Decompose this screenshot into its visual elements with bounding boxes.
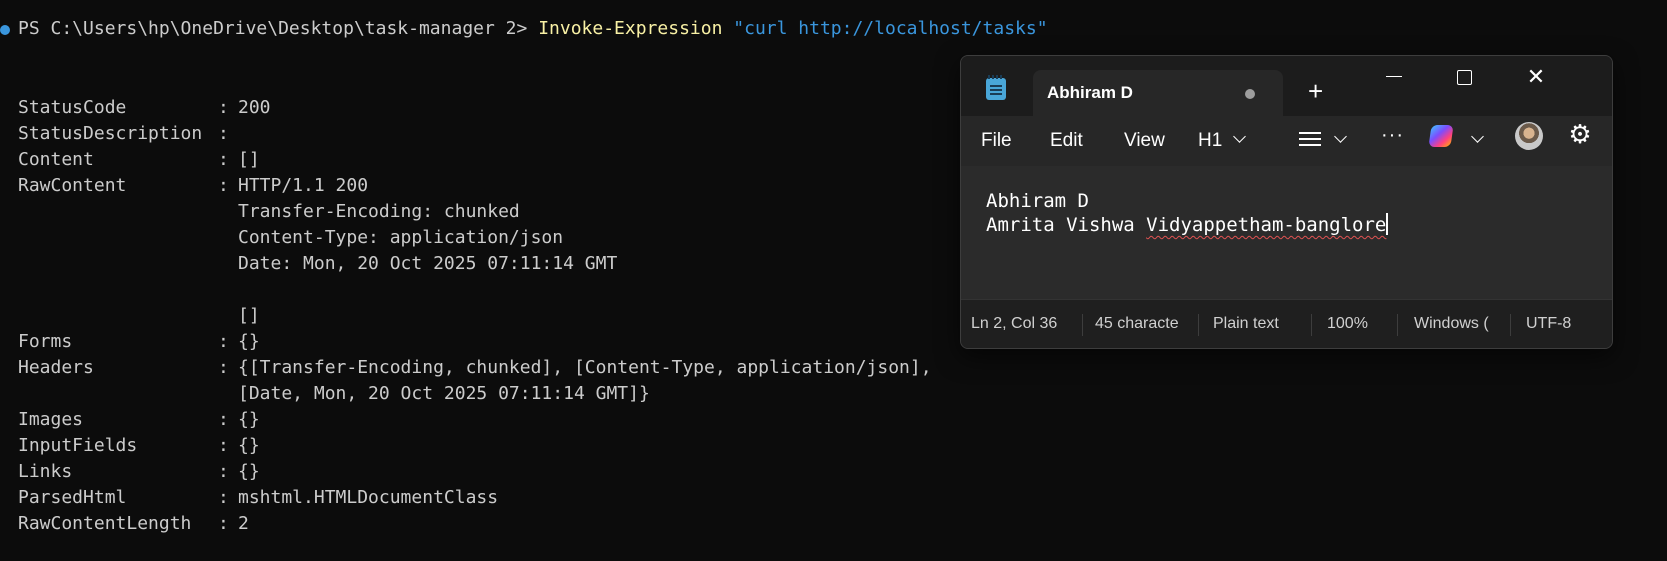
output-value: 200 <box>238 97 271 118</box>
output-key: ParsedHtml <box>18 487 127 508</box>
output-value: HTTP/1.1 200 <box>238 175 369 196</box>
output-separator: : <box>218 97 229 118</box>
output-key: RawContent <box>18 175 127 196</box>
prompt-line: PS C:\Users\hp\OneDrive\Desktop\task-man… <box>18 16 1048 42</box>
notepad-window[interactable]: Abhiram D + ✕ File Edit View H1 ··· ⚙ Ab… <box>960 55 1613 349</box>
output-separator: : <box>218 435 229 456</box>
output-separator: : <box>218 357 229 378</box>
output-separator: : <box>218 487 229 508</box>
zoom-level[interactable]: 100% <box>1327 315 1368 333</box>
heading-dropdown[interactable]: H1 <box>1198 130 1222 152</box>
output-row <box>18 277 238 303</box>
output-key: StatusDescription <box>18 123 203 144</box>
close-button[interactable]: ✕ <box>1513 64 1559 90</box>
chevron-down-icon[interactable] <box>1471 130 1484 143</box>
output-row: Headers: {[Transfer-Encoding, chunked], [… <box>18 355 932 381</box>
editor-line-1: Abhiram D <box>986 190 1089 212</box>
output-row: Links: {} <box>18 459 260 485</box>
command-argument: "curl http://localhost/tasks" <box>733 18 1048 39</box>
gear-icon[interactable]: ⚙ <box>1567 121 1593 147</box>
output-separator: : <box>218 513 229 534</box>
menu-file[interactable]: File <box>981 130 1012 152</box>
output-row: InputFields: {} <box>18 433 260 459</box>
output-value: {} <box>238 461 260 482</box>
output-key: Images <box>18 409 84 430</box>
text-caret <box>1386 213 1388 235</box>
output-value: 2 <box>238 513 249 534</box>
title-bar[interactable]: Abhiram D + ✕ <box>961 56 1612 116</box>
editor-text: Amrita Vishwa <box>986 214 1147 236</box>
tab-document[interactable]: Abhiram D <box>1033 70 1283 116</box>
menu-bar: File Edit View H1 <box>961 116 1612 166</box>
output-separator: : <box>218 149 229 170</box>
output-row: StatusDescription: <box>18 121 238 147</box>
output-key: RawContentLength <box>18 513 192 534</box>
chevron-down-icon[interactable] <box>1233 130 1246 143</box>
menu-edit[interactable]: Edit <box>1050 130 1083 152</box>
output-key: Content <box>18 149 94 170</box>
output-separator: : <box>218 175 229 196</box>
output-value: {} <box>238 435 260 456</box>
output-row: [] <box>18 303 260 329</box>
output-row: Forms: {} <box>18 329 260 355</box>
text-editor[interactable]: Abhiram D Amrita Vishwa Vidyappetham-ban… <box>961 166 1612 299</box>
copilot-icon[interactable] <box>1428 125 1454 147</box>
notepad-icon <box>986 75 1006 100</box>
output-key: Forms <box>18 331 73 352</box>
output-value: Content-Type: application/json <box>238 227 564 248</box>
output-value: [] <box>238 149 260 170</box>
output-key: Headers <box>18 357 94 378</box>
avatar[interactable] <box>1515 122 1543 150</box>
prompt-path: PS C:\Users\hp\OneDrive\Desktop\task-man… <box>18 18 528 39</box>
character-count: 45 characte <box>1095 315 1179 332</box>
output-row: Transfer-Encoding: chunked <box>18 199 520 225</box>
output-row: RawContentLength:2 <box>18 511 249 537</box>
output-row: RawContent: HTTP/1.1 200 <box>18 173 368 199</box>
minimize-button[interactable] <box>1371 64 1417 90</box>
output-value: mshtml.HTMLDocumentClass <box>238 487 499 508</box>
output-row: Date: Mon, 20 Oct 2025 07:11:14 GMT <box>18 251 617 277</box>
maximize-button[interactable] <box>1441 64 1487 90</box>
output-value: [] <box>238 305 260 326</box>
output-row: Content: [] <box>18 147 260 173</box>
output-separator: : <box>218 461 229 482</box>
encoding-selector[interactable]: UTF-8 <box>1526 315 1571 333</box>
output-row: StatusCode:200 <box>18 95 271 121</box>
new-tab-button[interactable]: + <box>1308 78 1323 104</box>
output-separator: : <box>218 409 229 430</box>
output-separator: : <box>218 331 229 352</box>
output-value: {} <box>238 409 260 430</box>
output-value: [Date, Mon, 20 Oct 2025 07:11:14 GMT]} <box>238 383 650 404</box>
prompt-indicator-icon <box>0 25 10 35</box>
output-value: Transfer-Encoding: chunked <box>238 201 520 222</box>
output-value: Date: Mon, 20 Oct 2025 07:11:14 GMT <box>238 253 618 274</box>
menu-view[interactable]: View <box>1124 130 1165 152</box>
output-key: InputFields <box>18 435 138 456</box>
cursor-position: Ln 2, Col 36 <box>971 315 1058 332</box>
output-row: [Date, Mon, 20 Oct 2025 07:11:14 GMT]} <box>18 381 650 407</box>
misspelled-word[interactable]: Vidyappetham-banglore <box>1146 214 1386 236</box>
more-options-button[interactable]: ··· <box>1381 124 1404 147</box>
status-bar: Ln 2, Col 36 45 characte Plain text 100%… <box>961 299 1612 348</box>
line-ending-selector[interactable]: Windows ( <box>1414 315 1500 333</box>
output-separator: : <box>218 123 229 144</box>
tab-title: Abhiram D <box>1047 83 1133 102</box>
output-row: Content-Type: application/json <box>18 225 563 251</box>
output-key: StatusCode <box>18 97 127 118</box>
output-row: Images: {} <box>18 407 260 433</box>
output-row: ParsedHtml: mshtml.HTMLDocumentClass <box>18 485 498 511</box>
format-selector[interactable]: Plain text <box>1213 315 1279 333</box>
output-value: {} <box>238 331 260 352</box>
editor-line-2: Amrita Vishwa Vidyappetham-banglore <box>986 212 1388 238</box>
output-value: {[Transfer-Encoding, chunked], [Content-… <box>238 357 932 378</box>
output-key: Links <box>18 461 73 482</box>
list-icon[interactable] <box>1299 132 1321 146</box>
chevron-down-icon[interactable] <box>1334 130 1347 143</box>
command: Invoke-Expression <box>538 18 723 39</box>
unsaved-dot-icon[interactable] <box>1245 89 1255 99</box>
